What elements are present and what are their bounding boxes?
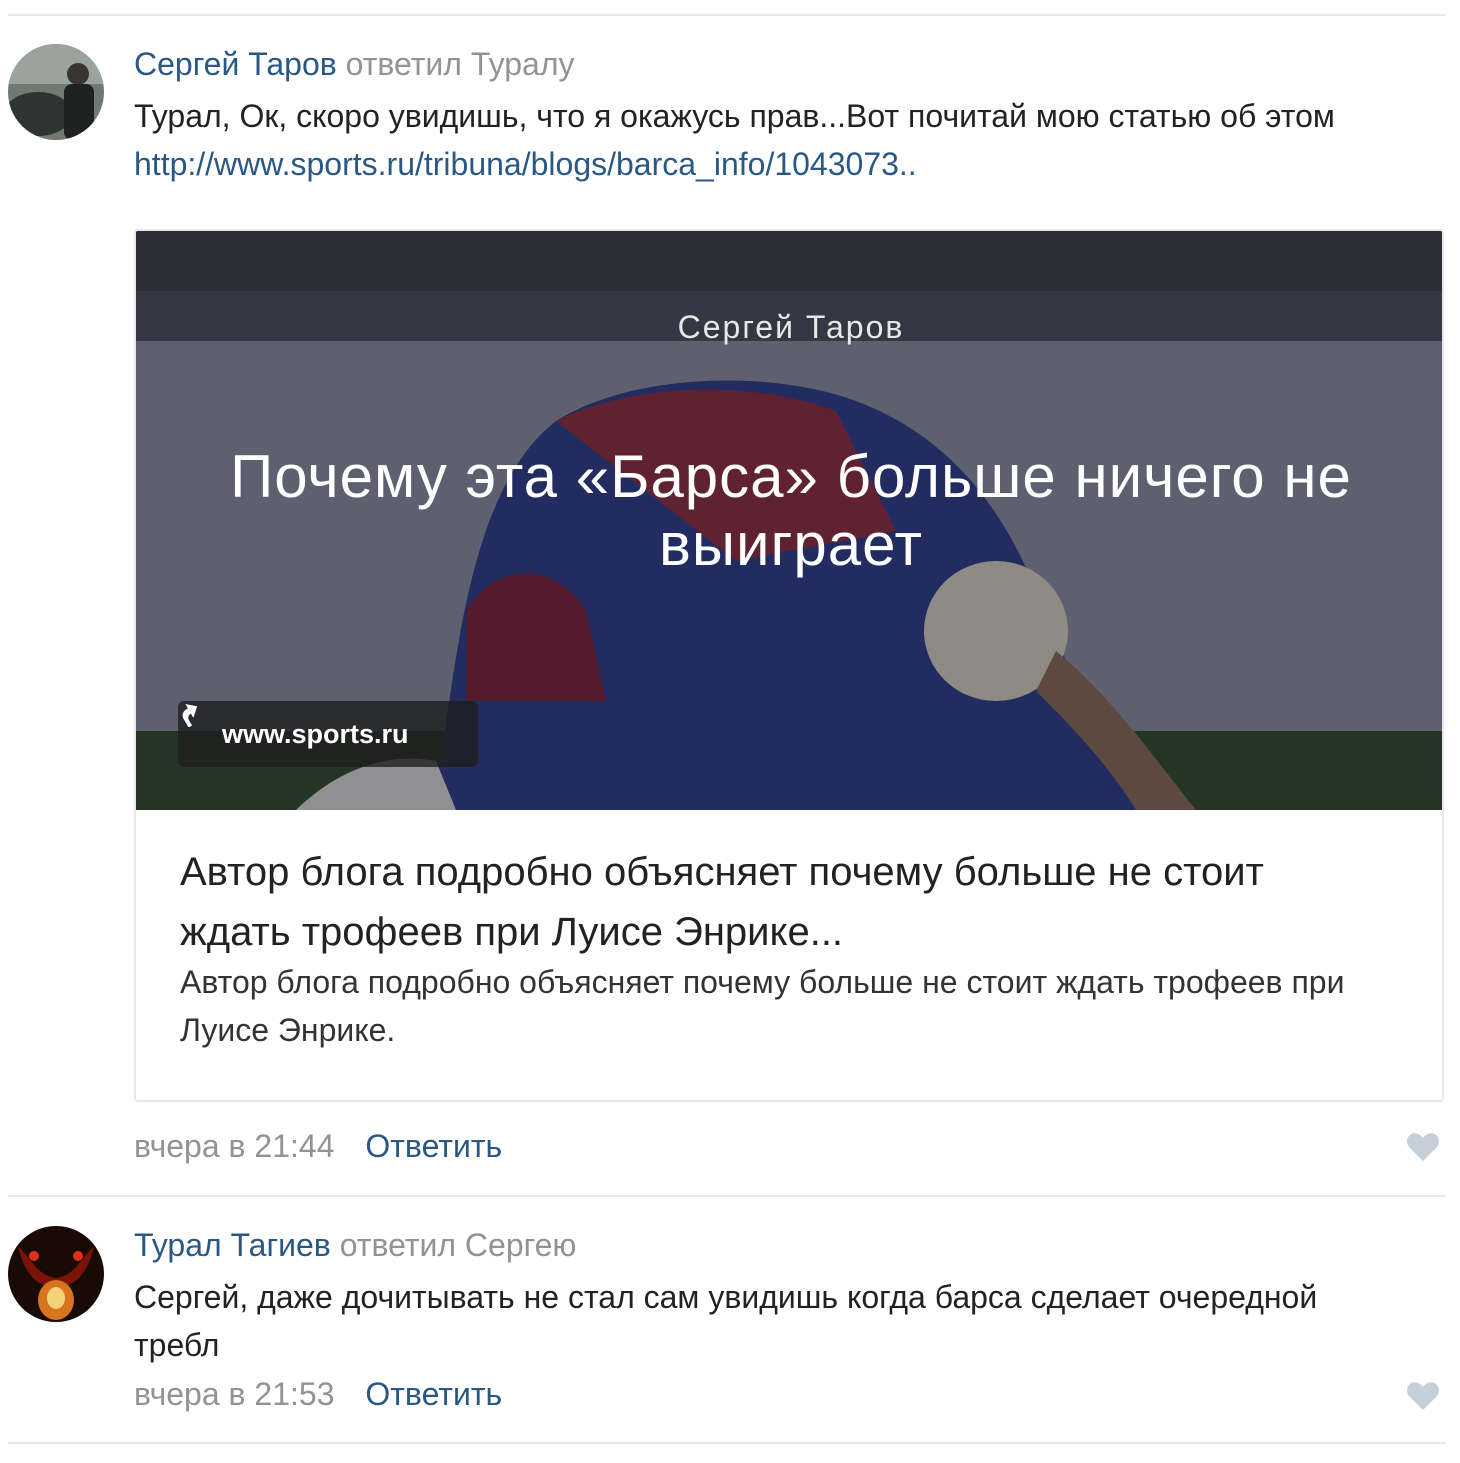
divider <box>8 14 1446 16</box>
comment-author-link[interactable]: Турал Тагиев <box>134 1227 331 1263</box>
attachment-heading[interactable]: Автор блога подробно объясняет почему бо… <box>180 842 1380 962</box>
user-photo-icon <box>8 44 104 140</box>
source-domain: www.sports.ru <box>222 718 409 749</box>
comment-author-link[interactable]: Сергей Таров <box>134 46 337 82</box>
comment-date[interactable]: вчера в 21:44 <box>134 1128 334 1164</box>
article-link[interactable]: http://www.sports.ru/tribuna/blogs/barca… <box>134 146 917 182</box>
link-attachment-card[interactable]: Сергей Таров Почему эта «Барса» больше н… <box>134 229 1444 1102</box>
heart-icon[interactable] <box>1406 1381 1440 1411</box>
comment-date[interactable]: вчера в 21:53 <box>134 1376 334 1412</box>
comment-header: Турал Тагиев ответил Сергею <box>134 1225 576 1265</box>
avatar-tural[interactable] <box>8 1226 104 1322</box>
divider <box>8 1442 1446 1444</box>
comment-meta: вчера в 21:53 Ответить <box>134 1374 502 1414</box>
avatar-sergey[interactable] <box>8 44 104 140</box>
heart-icon[interactable] <box>1406 1132 1440 1162</box>
attachment-description: Автор блога подробно объясняет почему бо… <box>180 964 1345 1048</box>
reply-button[interactable]: Ответить <box>365 1376 502 1412</box>
article-title: Почему эта «Барса» больше ничего не выиг… <box>230 443 1352 578</box>
comment-header: Сергей Таров ответил Туралу <box>134 44 575 84</box>
comment-text: Турал, Ок, скоро увидишь, что я окажусь … <box>134 92 1444 188</box>
user-photo-icon <box>8 1226 104 1322</box>
replied-to-label[interactable]: ответил Сергею <box>340 1227 577 1263</box>
reply-button[interactable]: Ответить <box>365 1128 502 1164</box>
article-cover-image[interactable]: Сергей Таров Почему эта «Барса» больше н… <box>136 231 1442 810</box>
comment-text: Сергей, даже дочитывать не стал сам увид… <box>134 1279 1318 1363</box>
attachment-body: Автор блога подробно объясняет почему бо… <box>136 810 1442 1100</box>
comment-meta: вчера в 21:44 Ответить <box>134 1126 502 1166</box>
divider <box>8 1195 1446 1197</box>
source-badge[interactable]: www.sports.ru <box>178 701 478 767</box>
replied-to-label[interactable]: ответил Туралу <box>346 46 575 82</box>
article-author: Сергей Таров <box>677 309 905 345</box>
comment-body: Турал, Ок, скоро увидишь, что я окажусь … <box>134 98 1335 134</box>
